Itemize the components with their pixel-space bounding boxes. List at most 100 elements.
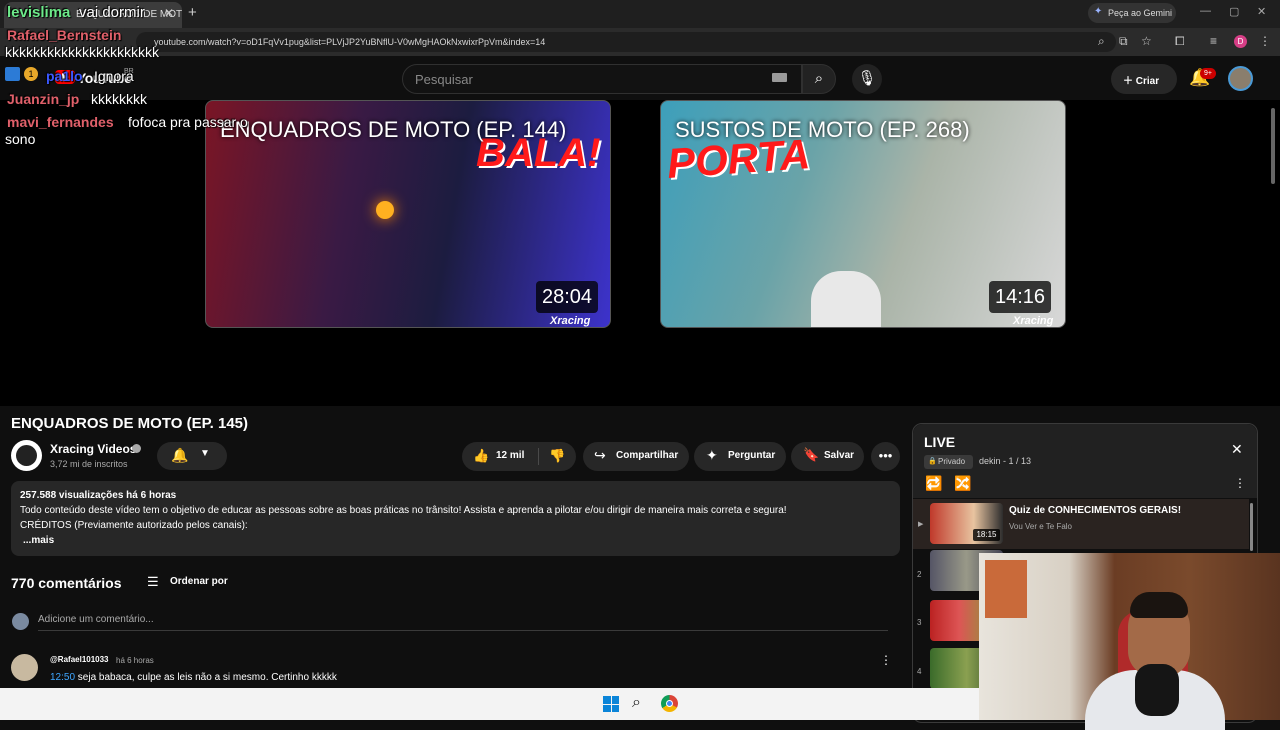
- verified-icon: [132, 444, 141, 453]
- close-icon[interactable]: ✕: [1231, 441, 1243, 458]
- cast-icon[interactable]: ⧉: [1119, 34, 1128, 49]
- motorcycle-headlight: [811, 271, 881, 327]
- like-divider: [538, 448, 539, 465]
- chat-message-continued: sono: [5, 131, 36, 147]
- playlist-item-index: 3: [917, 618, 922, 627]
- playlist-item-title[interactable]: Quiz de CONHECIMENTOS GERAIS!: [1009, 505, 1181, 516]
- chat-message: vai dormir: [79, 4, 145, 21]
- windows-start-icon[interactable]: [603, 696, 619, 712]
- now-playing-icon: ▶: [918, 521, 924, 528]
- chat-username: pa1lo: [46, 68, 83, 84]
- chat-username: levislima: [7, 4, 71, 21]
- comment-count: 770 comentários: [11, 575, 122, 591]
- card-duration: 14:16: [989, 281, 1051, 313]
- comment-body: seja babaca, culpe as leis não a si mesm…: [75, 672, 337, 683]
- search-button[interactable]: ⌕: [802, 64, 836, 94]
- playlist-scrollbar[interactable]: [1250, 503, 1253, 551]
- search-input[interactable]: Pesquisar: [402, 64, 802, 94]
- restore-icon[interactable]: ▢: [1229, 5, 1239, 18]
- card-duration: 28:04: [536, 281, 598, 313]
- notification-count-badge: 9+: [1200, 68, 1216, 79]
- chevron-down-icon: ▼: [200, 448, 210, 459]
- chrome-icon-center: [666, 700, 673, 707]
- keyboard-icon[interactable]: [772, 73, 787, 82]
- like-count: 12 mil: [496, 450, 525, 461]
- comment-input-underline: [38, 630, 888, 631]
- shuffle-icon[interactable]: 🔀: [954, 475, 971, 492]
- subscribed-button[interactable]: [157, 442, 227, 470]
- webcam-microphone: [1135, 664, 1179, 716]
- chat-badge-icon: 1: [24, 67, 38, 81]
- comment-time: há 6 horas: [116, 656, 154, 665]
- chat-badge-icon: [5, 67, 20, 81]
- share-icon: ↪: [594, 447, 606, 463]
- chat-username: mavi_fernandes: [7, 114, 114, 130]
- chat-message: Ignora: [94, 68, 134, 84]
- more-actions-button[interactable]: •••: [871, 442, 900, 471]
- playlist-title[interactable]: LIVE: [924, 434, 955, 450]
- comment-author[interactable]: @Rafael101033: [50, 655, 109, 664]
- loop-icon[interactable]: 🔁: [925, 475, 942, 492]
- webcam-wall-poster: [985, 560, 1027, 618]
- create-button[interactable]: ＋ Criar: [1111, 64, 1177, 94]
- end-screen-video-card[interactable]: BALA! ENQUADROS DE MOTO (EP. 144) 28:04 …: [205, 100, 611, 328]
- add-comment-input[interactable]: Adicione um comentário...: [38, 614, 154, 625]
- tab-close-icon[interactable]: ✕: [164, 6, 174, 20]
- chat-message: kkkkkkkkkkkkkkkkkkkkkk: [5, 44, 159, 60]
- chat-username: Juanzin_jp: [7, 91, 80, 107]
- page-scrollbar[interactable]: [1271, 108, 1275, 184]
- reading-list-icon[interactable]: ≡: [1210, 34, 1217, 48]
- comment-timestamp-link[interactable]: 12:50: [50, 672, 75, 683]
- playlist-owner-position: dekin - 1 / 13: [979, 456, 1032, 466]
- chat-message: kkkkkkkk: [91, 91, 147, 107]
- minimize-icon[interactable]: —: [1200, 5, 1211, 17]
- subscriber-count: 3,72 mi de inscritos: [50, 459, 128, 469]
- save-label: Salvar: [824, 450, 855, 461]
- bookmark-star-icon[interactable]: ☆: [1141, 34, 1152, 48]
- comment-author-avatar[interactable]: [11, 654, 38, 681]
- sort-icon[interactable]: ☰: [147, 574, 159, 590]
- windows-taskbar: [0, 688, 979, 720]
- playlist-item-duration: 18:15: [973, 529, 1000, 541]
- mic-icon[interactable]: 🎙: [852, 64, 882, 94]
- new-tab-icon[interactable]: +: [188, 4, 197, 21]
- browser-profile-avatar[interactable]: D: [1234, 35, 1247, 48]
- window-close-icon[interactable]: ✕: [1257, 5, 1266, 18]
- share-label: Compartilhar: [616, 450, 679, 461]
- my-avatar: [12, 613, 29, 630]
- channel-avatar-inner: [16, 445, 37, 466]
- webcam-streamer-hair: [1130, 592, 1188, 618]
- ask-label: Perguntar: [728, 450, 776, 461]
- card-title: SUSTOS DE MOTO (EP. 268): [675, 117, 970, 142]
- card-channel-logo: Xracing: [550, 315, 591, 327]
- extensions-icon[interactable]: ⧠: [1175, 34, 1185, 49]
- video-player[interactable]: [0, 100, 1280, 406]
- playlist-item-index: 4: [917, 667, 922, 676]
- view-stats: 257.588 visualizações há 6 horas: [20, 490, 177, 501]
- end-screen-video-card[interactable]: PORTA SUSTOS DE MOTO (EP. 268) 14:16 Xra…: [660, 100, 1066, 328]
- thumbs-up-icon: 👍: [473, 448, 490, 463]
- user-avatar[interactable]: [1228, 66, 1253, 91]
- browser-menu-icon[interactable]: ⋮: [1259, 34, 1271, 48]
- taskbar-search-icon[interactable]: ⌕: [632, 694, 641, 712]
- subscription-bell-icon: 🔔: [171, 447, 189, 463]
- description-more-link[interactable]: ...mais: [23, 535, 54, 546]
- gemini-icon: ✦: [1094, 6, 1103, 17]
- comment-menu-icon[interactable]: ⋮: [880, 653, 892, 667]
- video-title: ENQUADROS DE MOTO (EP. 145): [11, 415, 248, 432]
- comment-text: 12:50 seja babaca, culpe as leis não a s…: [50, 672, 337, 683]
- channel-name[interactable]: Xracing Videos: [50, 442, 136, 456]
- description-line: CRÉDITOS (Previamente autorizado pelos c…: [20, 520, 248, 531]
- save-button[interactable]: Salvar: [791, 442, 864, 471]
- blinker-light: [376, 201, 394, 219]
- description-line: Todo conteúdo deste vídeo tem o objetivo…: [20, 505, 787, 516]
- lock-icon: 🔒: [928, 458, 937, 465]
- address-bar[interactable]: youtube.com/watch?v=oD1FqVv1pug&list=PLV…: [136, 32, 1116, 52]
- zoom-icon[interactable]: ⌕: [1098, 34, 1105, 49]
- thumbs-down-icon[interactable]: 👎: [549, 448, 565, 464]
- bookmark-icon: 🔖: [803, 447, 820, 462]
- card-title: ENQUADROS DE MOTO (EP. 144): [220, 117, 567, 142]
- playlist-menu-icon[interactable]: ⋮: [1234, 476, 1246, 490]
- sort-button[interactable]: Ordenar por: [170, 576, 228, 587]
- chat-message: fofoca pra passar o: [128, 114, 248, 130]
